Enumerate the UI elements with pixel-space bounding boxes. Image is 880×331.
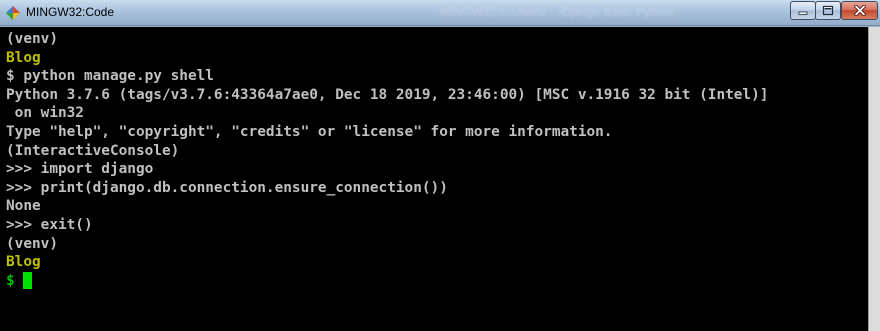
terminal-line: (venv) bbox=[6, 235, 58, 252]
maximize-button[interactable] bbox=[815, 1, 841, 20]
close-icon bbox=[853, 5, 866, 16]
terminal-line: >>> exit() bbox=[6, 216, 93, 233]
minimize-icon bbox=[798, 11, 808, 15]
window-title-ghost: MINGW32:/c/Users/…/Django Basic Python bbox=[440, 5, 674, 19]
terminal-window: MINGW32:Code MINGW32:/c/Users/…/Django B… bbox=[0, 0, 880, 331]
terminal-line: >>> print(django.db.connection.ensure_co… bbox=[6, 179, 448, 196]
window-title: MINGW32:Code bbox=[26, 5, 115, 19]
terminal-prompt-line[interactable]: $ bbox=[6, 272, 868, 291]
terminal-line: >>> import django bbox=[6, 161, 154, 178]
title-bar[interactable]: MINGW32:Code MINGW32:/c/Users/…/Django B… bbox=[0, 0, 880, 26]
terminal-line: Python 3.7.6 (tags/v3.7.6:43364a7ae0, De… bbox=[6, 86, 769, 103]
terminal-line: (InteractiveConsole) bbox=[6, 142, 180, 159]
mingw-diamond-icon bbox=[6, 6, 20, 20]
terminal-line: on win32 bbox=[6, 105, 84, 122]
terminal-line: Type "help", "copyright", "credits" or "… bbox=[6, 123, 613, 140]
terminal-line: (venv) bbox=[6, 31, 58, 47]
terminal-line: None bbox=[6, 198, 41, 215]
terminal-line-cwd: Blog bbox=[6, 49, 41, 66]
prompt-symbol: $ bbox=[6, 272, 15, 289]
text-cursor bbox=[22, 272, 32, 290]
terminal-output[interactable]: (venv) Blog $ python manage.py shell Pyt… bbox=[0, 27, 868, 331]
minimize-button[interactable] bbox=[790, 1, 816, 20]
vertical-scrollbar[interactable] bbox=[868, 27, 880, 331]
terminal-line: $ python manage.py shell bbox=[6, 68, 214, 85]
close-button[interactable] bbox=[841, 1, 878, 20]
terminal-line-cwd: Blog bbox=[6, 254, 41, 271]
maximize-icon bbox=[822, 5, 834, 16]
